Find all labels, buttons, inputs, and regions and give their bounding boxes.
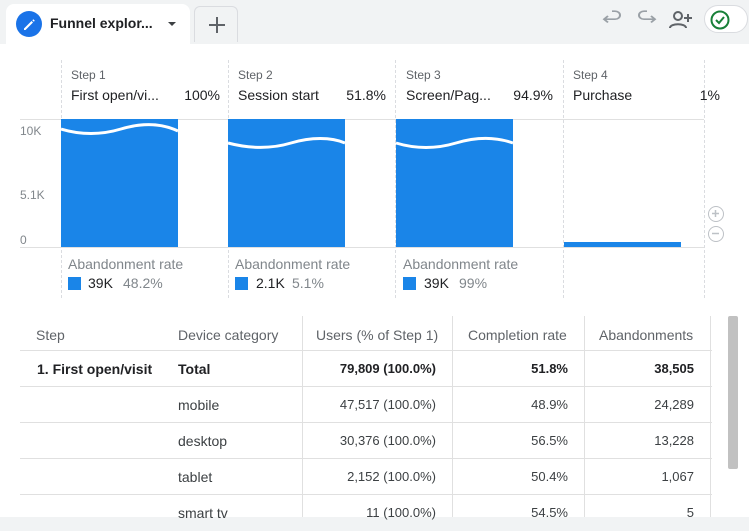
status-button[interactable] [704, 5, 748, 33]
plus-icon [209, 17, 225, 33]
step-2-name[interactable]: Session start [238, 87, 319, 103]
tab-funnel-exploration[interactable]: Funnel explor... [6, 4, 190, 44]
undo-icon [602, 10, 621, 23]
cell-users: 2,152 (100.0%) [347, 469, 436, 484]
cell-device: desktop [178, 433, 228, 449]
step-3-title: Step 3 [406, 68, 441, 82]
abandonment-rate-label: Abandonment rate [403, 256, 519, 272]
step-2-percent: 51.8% [346, 87, 386, 103]
pencil-icon[interactable] [16, 11, 42, 37]
step-3-name[interactable]: Screen/Pag... [406, 87, 491, 103]
cell-users: 11 (100.0%) [366, 505, 436, 520]
redo-icon [638, 10, 657, 23]
cell-abandonments: 1,067 [661, 469, 694, 484]
cell-abandonments: 13,228 [654, 433, 694, 448]
abandonment-percent: 5.1% [292, 275, 324, 291]
top-bar: Funnel explor... [0, 0, 749, 44]
zoom-out-icon[interactable] [708, 226, 724, 242]
abandonment-rate-label: Abandonment rate [235, 256, 351, 272]
cell-completion: 51.8% [531, 361, 568, 376]
cell-step: 1. First open/visit [37, 361, 153, 377]
table-row[interactable]: desktop 30,376 (100.0%) 56.5% 13,228 [20, 422, 712, 458]
person-add-icon [669, 11, 692, 29]
abandonment-rate-label: Abandonment rate [68, 256, 184, 272]
cell-completion: 56.5% [531, 433, 568, 448]
column-header-device-category[interactable]: Device category [178, 316, 278, 350]
step-1-title: Step 1 [71, 68, 106, 82]
check-circle-icon [710, 10, 730, 30]
bar-wave-overlay [61, 123, 514, 149]
abandonment-count: 39K [424, 275, 449, 291]
abandonment-count: 39K [88, 275, 113, 291]
table-row[interactable]: 1. First open/visit Total 79,809 (100.0%… [20, 350, 712, 386]
table-row[interactable]: tablet 2,152 (100.0%) 50.4% 1,067 [20, 458, 712, 494]
step-2-title: Step 2 [238, 68, 273, 82]
exploration-panel: 10K 5.1K 0 Step 1 First open/vi... 100% … [0, 44, 749, 521]
column-header-step[interactable]: Step [36, 316, 65, 350]
legend-swatch [235, 277, 248, 290]
abandonment-count: 2.1K [256, 275, 285, 291]
table-scrollbar[interactable] [728, 316, 738, 469]
step-1-percent: 100% [184, 87, 220, 103]
cell-users: 79,809 (100.0%) [339, 361, 436, 376]
cell-completion: 54.5% [531, 505, 568, 520]
step-3-percent: 94.9% [513, 87, 553, 103]
chevron-down-icon[interactable] [164, 16, 180, 37]
abandonment-percent: 48.2% [123, 275, 163, 291]
cell-completion: 50.4% [531, 469, 568, 484]
redo-button[interactable] [633, 6, 661, 34]
column-header-users[interactable]: Users (% of Step 1) [316, 316, 438, 350]
legend-swatch [68, 277, 81, 290]
share-button[interactable] [666, 6, 694, 34]
cell-device: mobile [178, 397, 220, 413]
cell-abandonments: 24,289 [654, 397, 694, 412]
cell-device: Total [178, 361, 211, 377]
abandonment-percent: 99% [459, 275, 488, 291]
zoom-in-icon[interactable] [708, 206, 724, 222]
cell-users: 30,376 (100.0%) [339, 433, 436, 448]
divider [563, 60, 564, 298]
step-4-percent: 1% [699, 87, 720, 103]
step-4-title: Step 4 [573, 68, 608, 82]
cell-device: smart tv [178, 505, 228, 521]
cell-abandonments: 38,505 [654, 361, 694, 376]
funnel-chart: 10K 5.1K 0 Step 1 First open/vi... 100% … [20, 60, 724, 298]
column-header-completion-rate[interactable]: Completion rate [468, 316, 567, 350]
funnel-bar-step-4[interactable] [564, 242, 681, 247]
grid-line [20, 247, 704, 248]
legend-swatch [403, 277, 416, 290]
y-tick-label: 0 [20, 233, 27, 247]
table-row[interactable]: mobile 47,517 (100.0%) 48.9% 24,289 [20, 386, 712, 422]
y-tick-label: 10K [20, 124, 42, 138]
add-tab-button[interactable] [194, 6, 238, 42]
cell-abandonments: 5 [686, 505, 694, 520]
y-tick-label: 5.1K [20, 188, 45, 202]
cell-completion: 48.9% [531, 397, 568, 412]
cell-device: tablet [178, 469, 213, 485]
step-4-name[interactable]: Purchase [573, 87, 632, 103]
undo-button[interactable] [598, 6, 626, 34]
column-header-abandonments[interactable]: Abandonments [599, 316, 693, 350]
tab-title: Funnel explor... [50, 15, 153, 31]
cell-users: 47,517 (100.0%) [339, 397, 436, 412]
table-row[interactable]: smart tv 11 (100.0%) 54.5% 5 [20, 494, 712, 530]
step-1-name[interactable]: First open/vi... [71, 87, 159, 103]
